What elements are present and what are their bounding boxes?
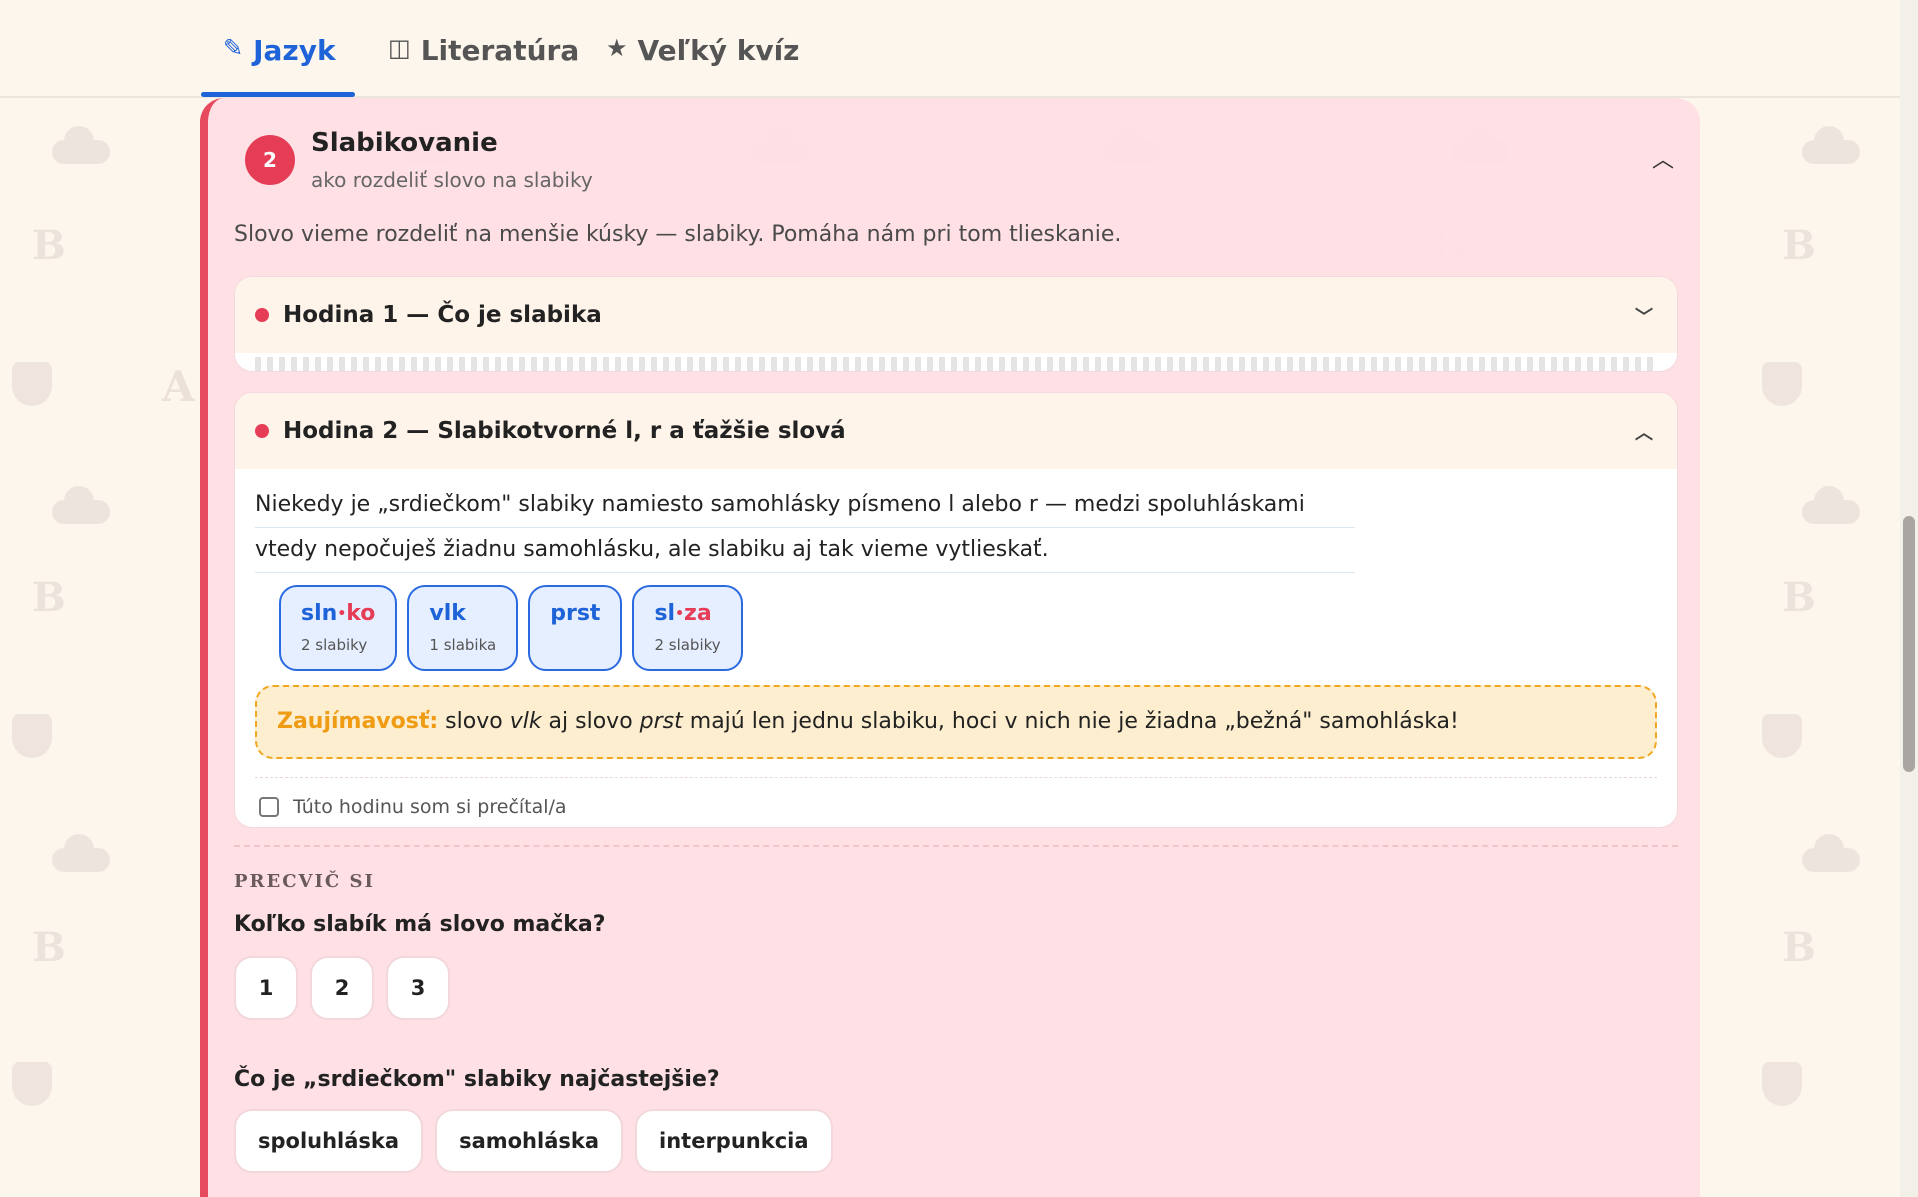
section-number-badge: 2 xyxy=(245,135,295,185)
chevron-up-icon[interactable]: ︿ xyxy=(1635,419,1653,445)
lesson-2-line-1: Niekedy je „srdiečkom" slabiky namiesto … xyxy=(255,483,1355,528)
word-chip-prst[interactable]: prst xyxy=(528,585,623,671)
lesson-2-header[interactable]: Hodina 2 — Slabikotvorné l, r a ťažšie s… xyxy=(235,393,1677,469)
answer-option[interactable]: 2 xyxy=(310,956,374,1020)
star-icon: ★ xyxy=(606,34,628,62)
word-chip-vlk[interactable]: vlk 1 slabika xyxy=(407,585,519,671)
answer-option[interactable]: 1 xyxy=(234,956,298,1020)
lesson-2-title: Hodina 2 — Slabikotvorné l, r a ťažšie s… xyxy=(283,418,846,444)
book-icon: ◫ xyxy=(388,34,411,62)
lesson-1: Hodina 1 — Čo je slabika ﹀ xyxy=(234,276,1678,372)
lesson-1-header[interactable]: Hodina 1 — Čo je slabika ﹀ xyxy=(235,277,1677,353)
fun-fact-label: Zaujímavosť: xyxy=(277,709,439,734)
word-chip-slza[interactable]: sl•za 2 slabiky xyxy=(632,585,743,671)
section-description: Slovo vieme rozdeliť na menšie kúsky — s… xyxy=(234,222,1122,247)
answer-option[interactable]: 3 xyxy=(386,956,450,1020)
tab-jazyk-label: Jazyk xyxy=(253,34,336,67)
tab-jazyk[interactable]: ✎ Jazyk xyxy=(201,30,355,97)
lesson-dot xyxy=(255,424,269,438)
syllable-chips: sln•ko 2 slabiky vlk 1 slabika prst sl•z… xyxy=(235,573,1677,671)
word-chip-count: 2 slabiky xyxy=(654,636,721,654)
lesson-1-title: Hodina 1 — Čo je slabika xyxy=(283,302,602,328)
word-chip-word: vlk xyxy=(429,601,466,626)
read-checkbox[interactable] xyxy=(259,797,279,817)
read-checkbox-label: Túto hodinu som si prečítal/a xyxy=(293,796,567,818)
section-subtitle: ako rozdeliť slovo na slabiky xyxy=(311,168,593,192)
lesson-2: Hodina 2 — Slabikotvorné l, r a ťažšie s… xyxy=(234,392,1678,828)
question-2-options: spoluhláska samohláska interpunkcia xyxy=(234,1109,833,1173)
answer-option[interactable]: samohláska xyxy=(435,1109,624,1173)
pencil-icon: ✎ xyxy=(223,34,244,62)
question-2: Čo je „srdiečkom" slabiky najčastejšie? xyxy=(234,1067,720,1092)
read-confirmation[interactable]: Túto hodinu som si prečítal/a xyxy=(235,778,1677,818)
tab-bar: ✎ Jazyk ◫ Literatúra ★ Veľký kvíz xyxy=(0,0,1900,98)
lesson-2-text: Niekedy je „srdiečkom" slabiky namiesto … xyxy=(235,469,1677,573)
tab-literatura[interactable]: ◫ Literatúra xyxy=(388,30,579,96)
word-chip-word: sln•ko xyxy=(301,601,376,626)
question-1-options: 1 2 3 xyxy=(234,956,450,1020)
section-title: Slabikovanie xyxy=(311,128,498,158)
word-chip-word: prst xyxy=(550,601,601,626)
tab-velky-kviz-label: Veľký kvíz xyxy=(637,34,800,67)
tab-velky-kviz[interactable]: ★ Veľký kvíz xyxy=(606,30,799,96)
divider xyxy=(234,845,1678,847)
word-chip-word: sl•za xyxy=(654,601,712,626)
scrollbar-thumb[interactable] xyxy=(1903,516,1915,772)
chevron-up-icon[interactable]: ︿ xyxy=(1652,142,1674,174)
answer-option[interactable]: interpunkcia xyxy=(635,1109,833,1173)
lesson-1-preview xyxy=(255,357,1657,371)
fun-fact-box: Zaujímavosť: slovo vlk aj slovo prst maj… xyxy=(255,685,1657,759)
word-chip-slnko[interactable]: sln•ko 2 slabiky xyxy=(279,585,398,671)
scrollbar[interactable] xyxy=(1900,0,1918,1197)
chevron-down-icon[interactable]: ﹀ xyxy=(1635,303,1653,329)
word-chip-count: 1 slabika xyxy=(429,636,497,654)
answer-option[interactable]: spoluhláska xyxy=(234,1109,424,1173)
lesson-dot xyxy=(255,308,269,322)
question-1: Koľko slabík má slovo mačka? xyxy=(234,912,606,937)
tab-literatura-label: Literatúra xyxy=(420,34,580,67)
lesson-2-line-2: vtedy nepočuješ žiadnu samohlásku, ale s… xyxy=(255,528,1355,573)
word-chip-count: 2 slabiky xyxy=(301,636,368,654)
section-card: 2 Slabikovanie ako rozdeliť slovo na sla… xyxy=(200,98,1700,1197)
practice-heading: PRECVIČ SI xyxy=(234,871,375,892)
